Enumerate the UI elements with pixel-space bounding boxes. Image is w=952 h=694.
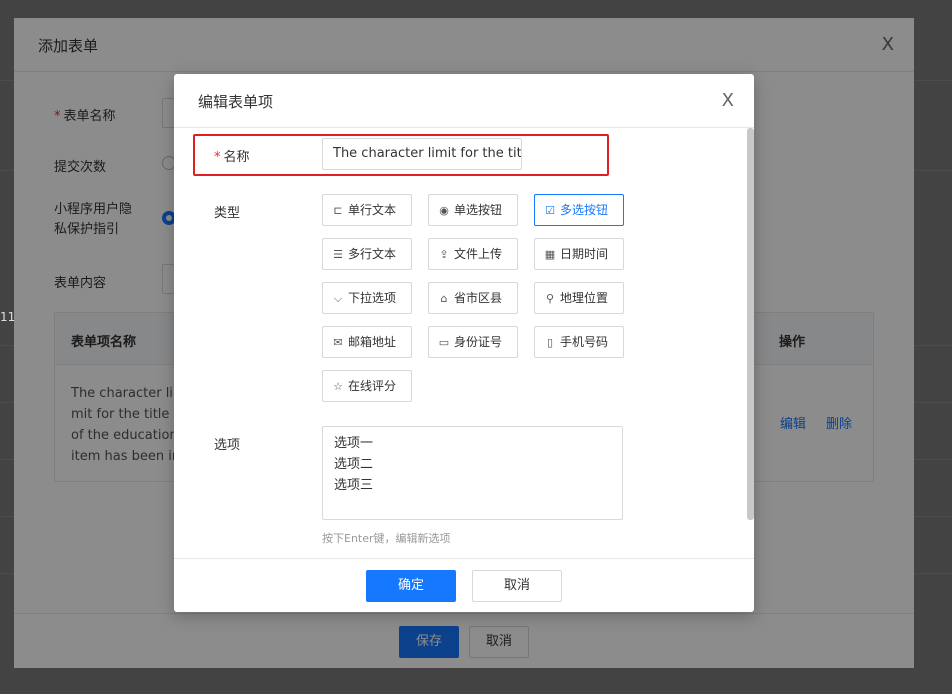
edit-form-item-modal: 编辑表单项 X * 名称 The character limit for the … — [174, 74, 754, 612]
type-option-checkbox[interactable]: ☑ 多选按钮 — [534, 194, 624, 226]
close-icon[interactable]: X — [722, 90, 734, 111]
dropdown-icon: ⌵ — [333, 292, 343, 305]
name-input[interactable]: The character limit for the tit — [322, 138, 522, 170]
type-option-label: 单行文本 — [348, 203, 397, 217]
building-icon: ⌂ — [440, 292, 448, 305]
name-label-text: 名称 — [223, 150, 250, 165]
type-option-rating[interactable]: ☆ 在线评分 — [322, 370, 412, 402]
type-label: 类型 — [214, 206, 241, 221]
required-mark: * — [214, 150, 221, 165]
modal-footer: 确定 取消 — [174, 558, 754, 612]
options-hint: 按下Enter键，编辑新选项 — [322, 532, 451, 545]
type-option-file-upload[interactable]: ⇪ 文件上传 — [428, 238, 518, 270]
modal-scrollbar[interactable] — [747, 128, 754, 520]
type-option-label: 身份证号 — [454, 335, 503, 349]
type-option-label: 下拉选项 — [348, 291, 397, 305]
type-option-dropdown[interactable]: ⌵ 下拉选项 — [322, 282, 412, 314]
star-icon: ☆ — [333, 380, 343, 393]
option-item: 选项二 — [334, 457, 374, 472]
calendar-icon: ▦ — [544, 248, 556, 261]
type-option-region[interactable]: ⌂ 省市区县 — [428, 282, 518, 314]
modal-header: 编辑表单项 X — [174, 74, 754, 128]
type-option-label: 日期时间 — [560, 247, 609, 261]
email-icon: ✉ — [333, 336, 343, 349]
type-option-label: 多行文本 — [348, 247, 397, 261]
type-option-email[interactable]: ✉ 邮箱地址 — [322, 326, 412, 358]
radio-button-icon: ◉ — [439, 204, 449, 217]
type-option-id-card[interactable]: ▭ 身份证号 — [428, 326, 518, 358]
modal-body: * 名称 The character limit for the tit 类型 ⊏… — [174, 128, 754, 558]
type-option-radio-button[interactable]: ◉ 单选按钮 — [428, 194, 518, 226]
phone-icon: ▯ — [546, 336, 554, 349]
type-option-phone[interactable]: ▯ 手机号码 — [534, 326, 624, 358]
type-option-label: 文件上传 — [454, 247, 503, 261]
type-option-label: 省市区县 — [454, 291, 503, 305]
type-option-label: 地理位置 — [560, 291, 609, 305]
type-option-label: 手机号码 — [560, 335, 609, 349]
background-number: 11 — [0, 310, 16, 324]
upload-icon: ⇪ — [439, 248, 449, 261]
single-line-text-icon: ⊏ — [333, 204, 343, 217]
checkbox-icon: ☑ — [545, 204, 555, 217]
type-option-label: 多选按钮 — [560, 203, 609, 217]
name-label: * 名称 — [214, 146, 250, 165]
type-option-label: 在线评分 — [348, 379, 397, 393]
type-option-label: 邮箱地址 — [348, 335, 397, 349]
type-option-multi-line-text[interactable]: ☰ 多行文本 — [322, 238, 412, 270]
type-option-single-line-text[interactable]: ⊏ 单行文本 — [322, 194, 412, 226]
option-item: 选项一 — [334, 436, 374, 451]
multi-line-text-icon: ☰ — [333, 248, 343, 261]
option-item: 选项三 — [334, 478, 374, 493]
location-icon: ⚲ — [545, 292, 555, 305]
confirm-button[interactable]: 确定 — [366, 570, 456, 602]
type-option-label: 单选按钮 — [454, 203, 503, 217]
type-option-location[interactable]: ⚲ 地理位置 — [534, 282, 624, 314]
id-card-icon: ▭ — [438, 336, 450, 349]
options-label: 选项 — [214, 438, 241, 453]
options-textarea[interactable]: 选项一 选项二 选项三 — [322, 426, 623, 520]
modal-title: 编辑表单项 — [198, 93, 274, 111]
cancel-button[interactable]: 取消 — [472, 570, 562, 602]
type-option-date-time[interactable]: ▦ 日期时间 — [534, 238, 624, 270]
